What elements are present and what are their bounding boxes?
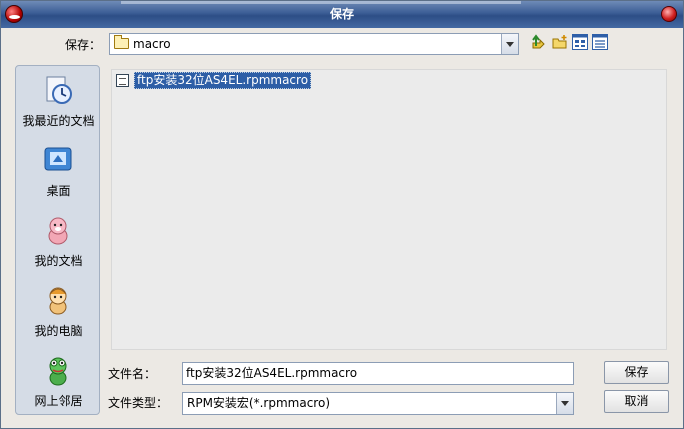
cancel-button[interactable]: 取消 xyxy=(604,390,669,413)
save-dialog: 保存 保存： macro 我最近的文档 桌面 我的文档 我的电脑 网上邻居 ft… xyxy=(0,0,684,429)
app-logo-icon xyxy=(5,5,23,23)
close-button[interactable] xyxy=(661,6,677,22)
place-label: 桌面 xyxy=(46,184,71,198)
filename-label: 文件名： xyxy=(108,367,157,381)
place-label: 我最近的文档 xyxy=(22,114,95,128)
places-sidebar: 我最近的文档 桌面 我的文档 我的电脑 网上邻居 xyxy=(15,65,100,415)
chevron-down-icon[interactable] xyxy=(501,34,518,54)
dialog-title: 保存 xyxy=(329,7,354,21)
place-label: 我的文档 xyxy=(34,254,83,268)
save-in-combo[interactable]: macro xyxy=(109,33,519,55)
list-item[interactable]: ftp安装32位AS4EL.rpmmacro xyxy=(114,72,313,89)
desktop-icon xyxy=(44,147,72,171)
list-view-icon[interactable] xyxy=(572,34,588,50)
file-list[interactable]: ftp安装32位AS4EL.rpmmacro xyxy=(111,69,667,350)
title-bar: 保存 xyxy=(1,1,683,28)
new-folder-icon[interactable] xyxy=(552,34,568,50)
save-in-value: macro xyxy=(133,37,171,51)
folder-icon xyxy=(114,35,129,49)
details-view-icon[interactable] xyxy=(592,34,608,50)
title-strip xyxy=(121,1,521,4)
file-name: ftp安装32位AS4EL.rpmmacro xyxy=(134,72,312,89)
place-label: 我的电脑 xyxy=(34,324,83,338)
chevron-down-icon[interactable] xyxy=(556,393,573,414)
filename-input[interactable]: ftp安装32位AS4EL.rpmmacro xyxy=(182,362,574,385)
filetype-value: RPM安装宏(*.rpmmacro) xyxy=(187,396,330,410)
save-button[interactable]: 保存 xyxy=(604,361,669,384)
my-computer-icon xyxy=(49,287,67,315)
save-in-label: 保存： xyxy=(65,38,102,52)
up-folder-icon[interactable] xyxy=(531,34,547,50)
file-icon xyxy=(116,74,129,87)
my-documents-icon xyxy=(48,217,68,245)
network-icon xyxy=(49,357,67,386)
place-label: 网上邻居 xyxy=(34,394,83,408)
filetype-combo[interactable]: RPM安装宏(*.rpmmacro) xyxy=(182,392,574,415)
recent-documents-icon xyxy=(46,76,72,104)
filetype-label: 文件类型： xyxy=(108,396,169,410)
